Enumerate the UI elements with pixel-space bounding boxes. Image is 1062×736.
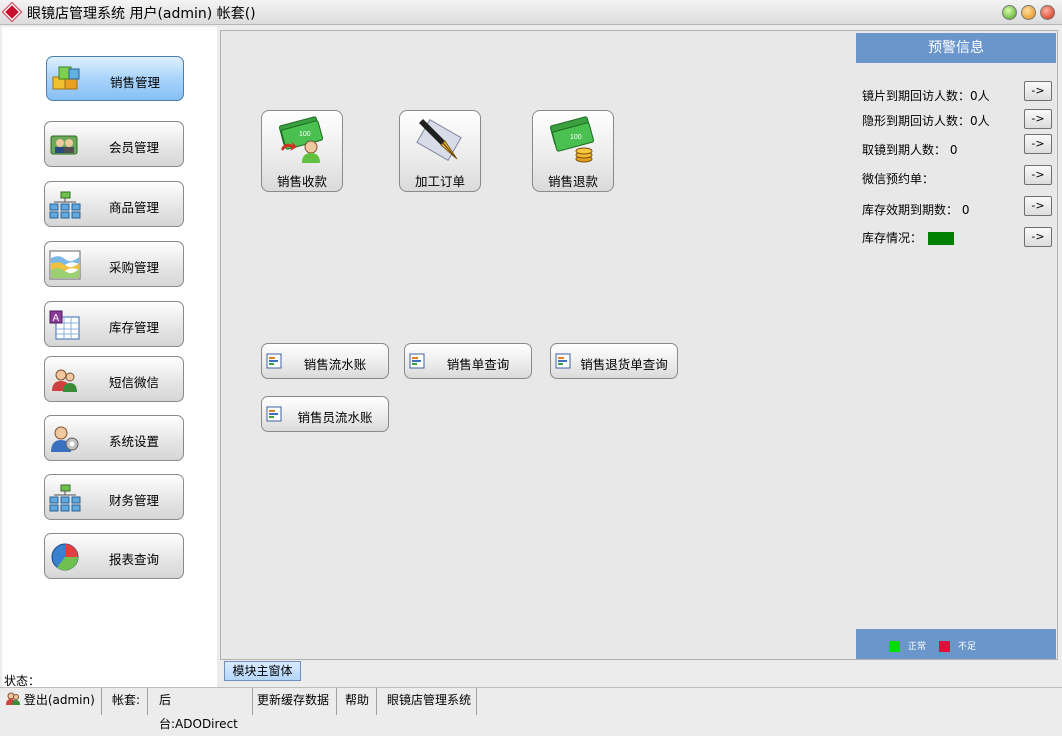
refresh-cache-button[interactable]: 更新缓存数据 <box>253 688 337 715</box>
legend-panel: 正常 不足 <box>856 629 1056 659</box>
title-bar: 眼镜店管理系统 用户(admin) 帐套() <box>0 0 1062 25</box>
sidebar-item-label: 采购管理 <box>108 260 159 275</box>
window-title: 眼镜店管理系统 用户(admin) 帐套() <box>27 6 256 22</box>
warning-header: 预警信息 <box>856 33 1056 63</box>
sidebar-item-label: 会员管理 <box>108 140 159 155</box>
app-name-status: 眼镜店管理系统 <box>383 688 477 715</box>
user-settings-icon <box>51 426 79 452</box>
member-card-icon <box>50 135 78 155</box>
button-label: 销售收款 <box>276 174 327 189</box>
sales-ledger-button[interactable]: 销售流水账 <box>261 343 389 379</box>
legend-normal: 正常 <box>889 639 926 652</box>
sidebar-item-label: 商品管理 <box>108 200 159 215</box>
sidebar-item-reports[interactable]: 报表查询 <box>44 533 184 579</box>
sidebar-item-purchase[interactable]: 采购管理 <box>44 241 184 287</box>
warning-pickup-due: 取镜到期人数： 0 <box>862 143 958 157</box>
pie-chart-icon <box>51 543 79 571</box>
warning-lens-visits-arrow-button[interactable]: -> <box>1024 81 1052 101</box>
button-label: 销售单查询 <box>446 357 510 372</box>
sidebar-item-label: 销售管理 <box>109 75 160 90</box>
button-label: 销售流水账 <box>303 357 367 372</box>
sidebar-item-settings[interactable]: 系统设置 <box>44 415 184 461</box>
button-label: 销售退款 <box>547 174 598 189</box>
warning-contact-visits: 隐形到期回访人数：0人 <box>862 114 990 128</box>
legend-insufficient-swatch <box>939 641 950 652</box>
svg-text:A: A <box>53 313 60 324</box>
users-icon <box>52 369 77 392</box>
maximize-button[interactable] <box>1021 5 1036 20</box>
sidebar-item-label: 库存管理 <box>108 320 159 335</box>
legend-normal-swatch <box>889 641 900 652</box>
button-label: 加工订单 <box>414 174 465 189</box>
org-tree-icon <box>49 191 81 219</box>
warning-wechat-booking-arrow-button[interactable]: -> <box>1024 165 1052 185</box>
sidebar-item-products[interactable]: 商品管理 <box>44 181 184 227</box>
money-coins-icon: 100 <box>550 116 594 163</box>
sidebar-item-sales[interactable]: 销售管理 <box>46 56 184 101</box>
svg-text:100: 100 <box>570 134 582 141</box>
salesperson-ledger-button[interactable]: 销售员流水账 <box>261 396 389 432</box>
users-icon <box>6 692 20 705</box>
minimize-button[interactable] <box>1002 5 1017 20</box>
button-label: 销售员流水账 <box>297 410 373 425</box>
logout-label: 登出(admin) <box>23 693 95 707</box>
warning-stock-status-arrow-button[interactable]: -> <box>1024 227 1052 247</box>
sidebar-item-sms-wechat[interactable]: 短信微信 <box>44 356 184 402</box>
fountain-pen-icon <box>416 119 462 161</box>
report-icon <box>409 353 425 369</box>
cubes-icon <box>52 66 80 90</box>
warning-pickup-due-arrow-button[interactable]: -> <box>1024 134 1052 154</box>
app-logo-icon <box>1 1 23 23</box>
warning-stock-expiry-arrow-button[interactable]: -> <box>1024 196 1052 216</box>
report-icon <box>555 353 571 369</box>
sidebar-item-label: 系统设置 <box>108 434 159 449</box>
status-bar: 登出(admin) 帐套: 后台:ADODirect 更新缓存数据 帮助 眼镜店… <box>0 687 1062 731</box>
warning-contact-visits-arrow-button[interactable]: -> <box>1024 109 1052 129</box>
sidebar-item-inventory[interactable]: A 库存管理 <box>44 301 184 347</box>
account-set-status: 帐套: <box>108 688 148 715</box>
sidebar-item-finance[interactable]: 财务管理 <box>44 474 184 520</box>
sidebar-item-members[interactable]: 会员管理 <box>44 121 184 167</box>
warning-lens-visits: 镜片到期回访人数：0人 <box>862 89 990 103</box>
wave-chart-icon <box>49 250 81 280</box>
report-icon <box>266 406 282 422</box>
stock-status-label: 库存情况： <box>862 231 923 245</box>
sales-payment-button[interactable]: 100 销售收款 <box>261 110 343 192</box>
help-button[interactable]: 帮助 <box>341 688 377 715</box>
warning-stock-expiry: 库存效期到期数： 0 <box>862 203 970 217</box>
sidebar-item-label: 报表查询 <box>108 552 159 567</box>
legend-insufficient: 不足 <box>939 639 976 652</box>
svg-text:100: 100 <box>299 131 311 138</box>
sales-refund-button[interactable]: 100 销售退款 <box>532 110 614 192</box>
close-button[interactable] <box>1040 5 1055 20</box>
spreadsheet-icon: A <box>49 310 80 340</box>
tab-main-form[interactable]: 模块主窗体 <box>224 661 301 681</box>
logout-button[interactable]: 登出(admin) <box>2 688 102 715</box>
legend-label: 正常 <box>908 642 927 652</box>
report-icon <box>266 353 282 369</box>
sidebar-item-label: 财务管理 <box>108 493 159 508</box>
stock-status-indicator <box>928 232 955 245</box>
backend-status: 后台:ADODirect <box>155 688 253 731</box>
warning-wechat-booking: 微信预约单： <box>862 172 935 186</box>
sales-order-query-button[interactable]: 销售单查询 <box>404 343 532 379</box>
legend-label: 不足 <box>958 642 977 652</box>
processing-order-button[interactable]: 加工订单 <box>399 110 481 192</box>
money-user-icon: 100 <box>279 116 323 163</box>
button-label: 销售退货单查询 <box>580 357 668 372</box>
sidebar-item-label: 短信微信 <box>108 375 159 390</box>
org-tree-icon <box>49 484 81 512</box>
sales-return-query-button[interactable]: 销售退货单查询 <box>550 343 678 379</box>
warning-stock-status: 库存情况： <box>862 229 955 246</box>
